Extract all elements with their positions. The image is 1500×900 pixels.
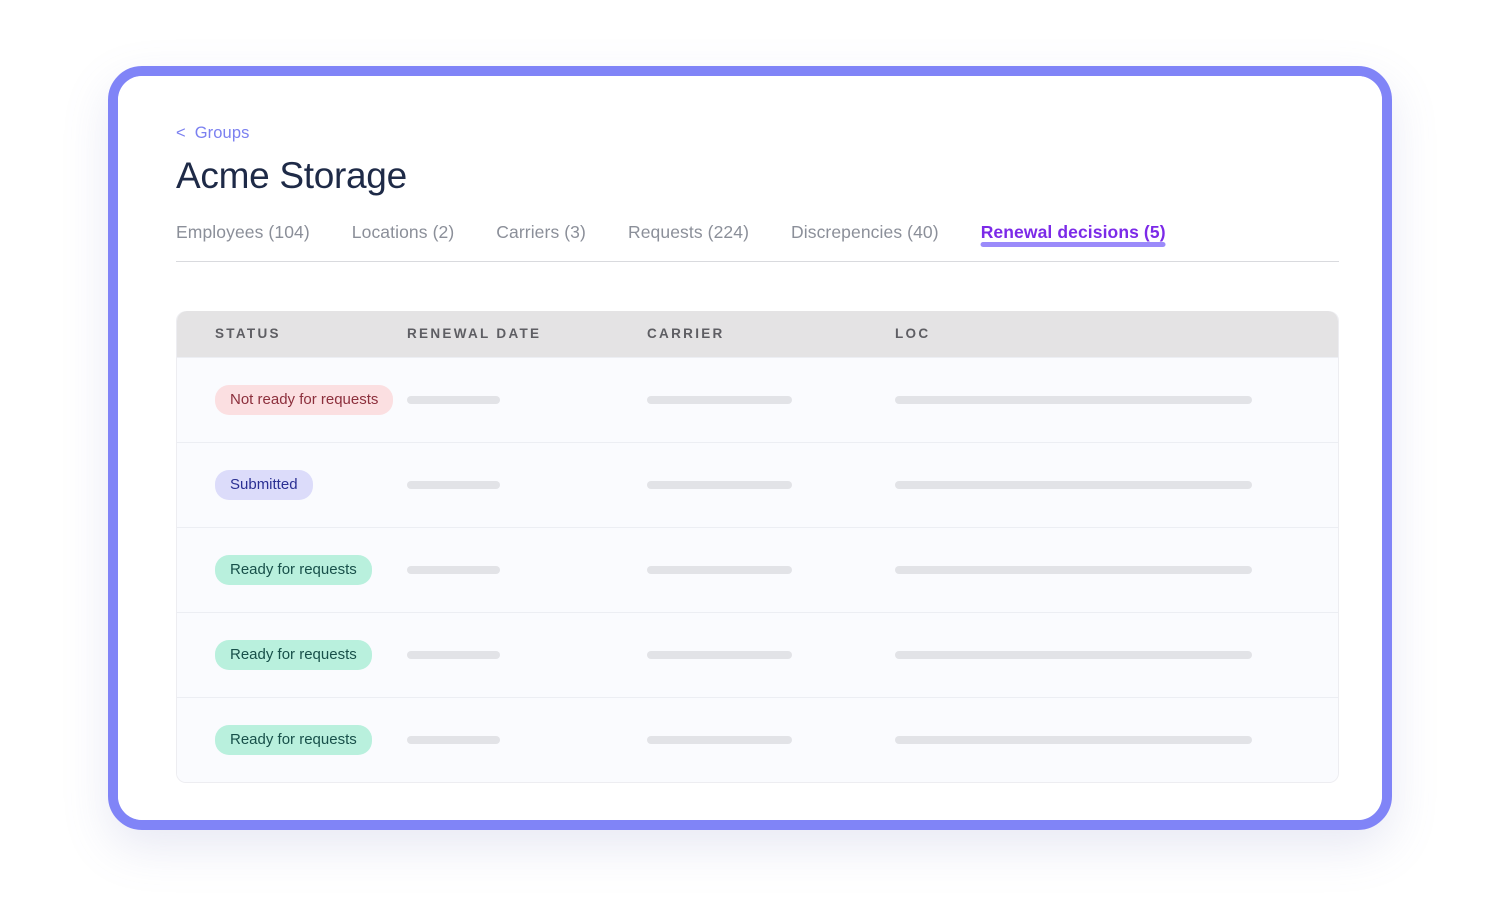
cell-renewal-date: [407, 480, 647, 489]
cell-carrier: [647, 735, 895, 744]
cell-loc: [895, 480, 1338, 489]
cell-carrier: [647, 650, 895, 659]
page-root: < Groups Acme Storage Employees (104) Lo…: [0, 0, 1500, 900]
cell-status: Ready for requests: [177, 639, 407, 670]
chevron-left-icon: <: [176, 124, 186, 143]
table-row[interactable]: Submitted: [177, 441, 1338, 527]
status-badge: Submitted: [215, 469, 313, 500]
cell-carrier: [647, 480, 895, 489]
skeleton-placeholder: [895, 395, 1252, 404]
renewal-decisions-table: STATUS RENEWAL DATE CARRIER LOC Not read…: [176, 310, 1339, 783]
tab-renewal-decisions-label: Renewal decisions (5): [980, 221, 1166, 242]
app-window-content: < Groups Acme Storage Employees (104) Lo…: [118, 76, 1382, 820]
tab-bar: Employees (104) Locations (2) Carriers (…: [176, 222, 1339, 262]
cell-renewal-date: [407, 395, 647, 404]
skeleton-placeholder: [895, 735, 1252, 744]
cell-status: Ready for requests: [177, 554, 407, 585]
breadcrumb-label: Groups: [194, 124, 250, 142]
cell-loc: [895, 565, 1338, 574]
cell-loc: [895, 650, 1338, 659]
column-header-loc[interactable]: LOC: [895, 326, 1338, 341]
skeleton-placeholder: [895, 565, 1252, 574]
cell-status: Not ready for requests: [177, 384, 407, 415]
skeleton-placeholder: [895, 650, 1252, 659]
skeleton-placeholder: [895, 480, 1252, 489]
tab-locations[interactable]: Locations (2): [352, 222, 454, 245]
skeleton-placeholder: [647, 650, 792, 659]
breadcrumb-groups-link[interactable]: < Groups: [176, 124, 249, 143]
app-window-frame: < Groups Acme Storage Employees (104) Lo…: [108, 66, 1392, 830]
tab-locations-label: Locations (2): [351, 221, 455, 242]
skeleton-placeholder: [647, 480, 792, 489]
cell-renewal-date: [407, 565, 647, 574]
table-row[interactable]: Not ready for requests: [177, 356, 1338, 442]
tab-carriers-label: Carriers (3): [496, 221, 586, 242]
cell-carrier: [647, 395, 895, 404]
cell-renewal-date: [407, 735, 647, 744]
tab-requests-label: Requests (224): [627, 221, 749, 242]
active-tab-indicator: [980, 241, 1166, 247]
cell-loc: [895, 735, 1338, 744]
skeleton-placeholder: [647, 565, 792, 574]
column-header-carrier[interactable]: CARRIER: [647, 326, 895, 341]
cell-renewal-date: [407, 650, 647, 659]
tab-renewal-decisions[interactable]: Renewal decisions (5): [980, 221, 1166, 247]
column-header-status[interactable]: STATUS: [177, 326, 407, 341]
tab-employees[interactable]: Employees (104): [176, 222, 310, 245]
status-badge: Ready for requests: [215, 724, 372, 755]
table-row[interactable]: Ready for requests: [177, 696, 1338, 782]
column-header-renewal-date[interactable]: RENEWAL DATE: [407, 326, 647, 341]
page-header: < Groups Acme Storage: [118, 76, 1382, 198]
table-header-row: STATUS RENEWAL DATE CARRIER LOC: [177, 310, 1338, 357]
status-badge: Ready for requests: [215, 554, 372, 585]
status-badge: Ready for requests: [215, 639, 372, 670]
skeleton-placeholder: [407, 480, 500, 489]
cell-loc: [895, 395, 1338, 404]
tab-carriers[interactable]: Carriers (3): [496, 222, 586, 245]
skeleton-placeholder: [407, 735, 500, 744]
skeleton-placeholder: [407, 565, 500, 574]
tab-requests[interactable]: Requests (224): [628, 222, 749, 245]
status-badge: Not ready for requests: [215, 384, 394, 415]
tab-discrepencies[interactable]: Discrepencies (40): [791, 222, 939, 245]
skeleton-placeholder: [647, 735, 792, 744]
table-row[interactable]: Ready for requests: [177, 611, 1338, 697]
page-title: Acme Storage: [176, 155, 407, 197]
tab-employees-label: Employees (104): [176, 221, 310, 242]
cell-status: Submitted: [177, 469, 407, 500]
skeleton-placeholder: [407, 650, 500, 659]
table-row[interactable]: Ready for requests: [177, 526, 1338, 612]
tab-discrepencies-label: Discrepencies (40): [791, 221, 939, 242]
skeleton-placeholder: [407, 395, 500, 404]
skeleton-placeholder: [647, 395, 792, 404]
cell-carrier: [647, 565, 895, 574]
tab-list: Employees (104) Locations (2) Carriers (…: [176, 222, 1339, 262]
cell-status: Ready for requests: [177, 724, 407, 755]
tab-bar-divider: [176, 260, 1339, 262]
